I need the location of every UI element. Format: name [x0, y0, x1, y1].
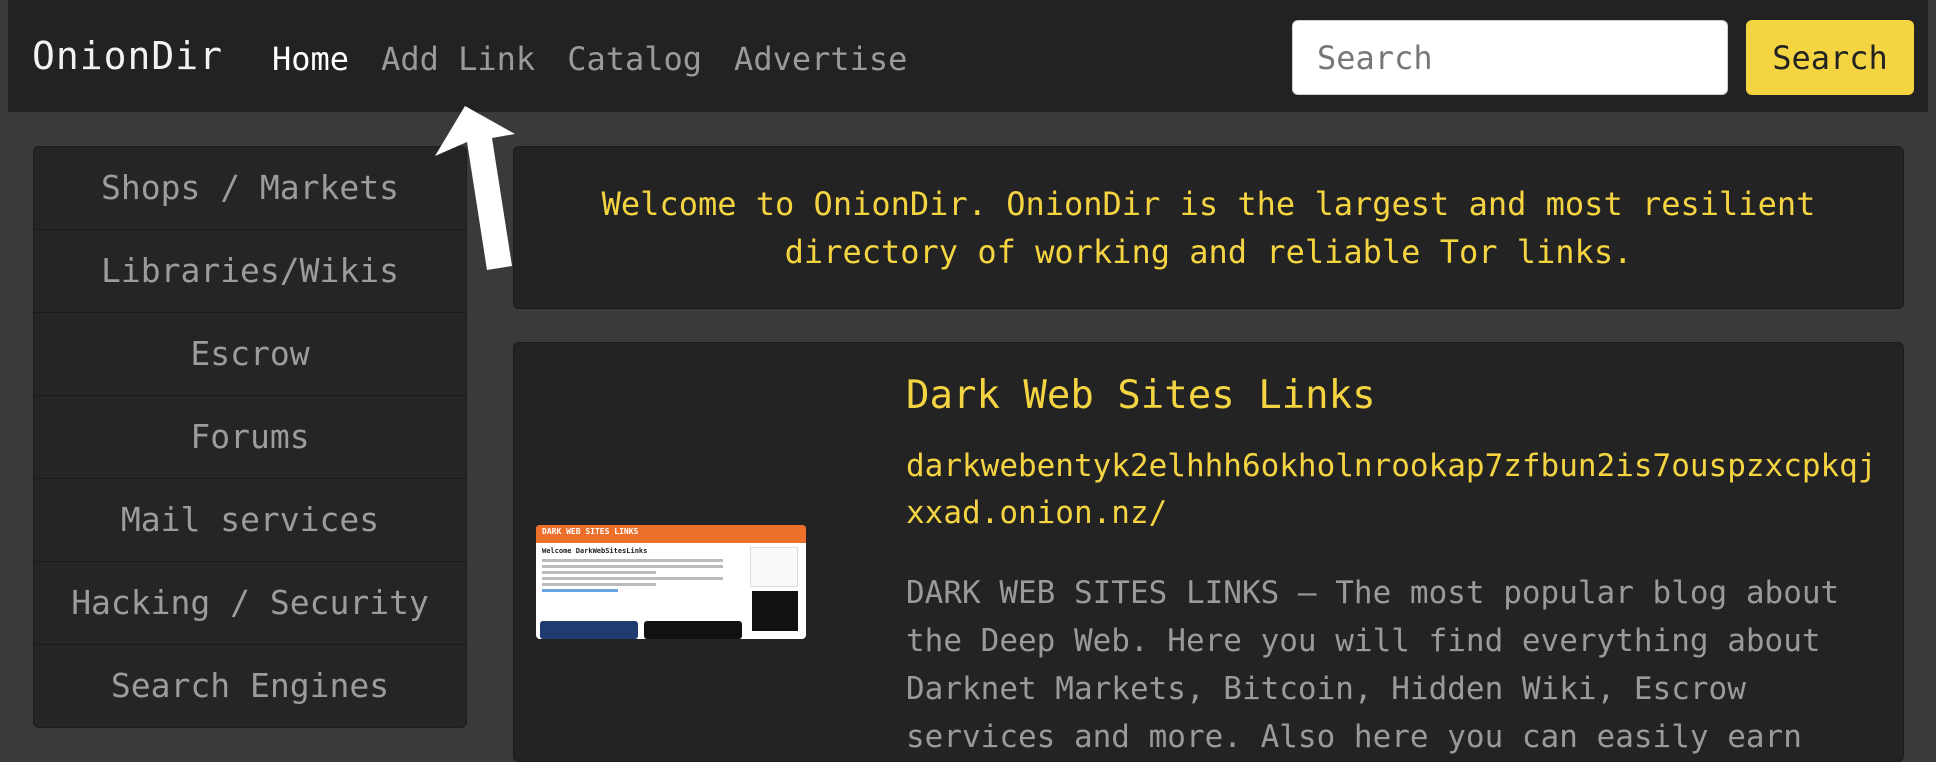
thumbnail-content: Welcome DarkWebSitesLinks: [542, 547, 732, 595]
arrow-up-icon: [435, 106, 515, 270]
nav-link-advertise[interactable]: Advertise: [734, 40, 907, 78]
listing-url[interactable]: darkwebentyk2elhhh6okholnrookap7zfbun2is…: [906, 443, 1886, 537]
thumbnail-ad-box: [750, 547, 798, 587]
welcome-text: Welcome to OnionDir. OnionDir is the lar…: [601, 184, 1816, 271]
nav-link-catalog[interactable]: Catalog: [567, 40, 702, 78]
welcome-banner: Welcome to OnionDir. OnionDir is the lar…: [513, 146, 1904, 309]
thumbnail-text-line: [542, 583, 656, 586]
thumbnail-text-line: [542, 559, 723, 562]
sidebar-item-hacking-security[interactable]: Hacking / Security: [34, 562, 466, 645]
sidebar-item-search-engines[interactable]: Search Engines: [34, 645, 466, 727]
listing-title[interactable]: Dark Web Sites Links: [906, 373, 1376, 418]
nav-link-home[interactable]: Home: [272, 40, 349, 78]
thumbnail-link-line: [542, 589, 618, 592]
sidebar-item-escrow[interactable]: Escrow: [34, 313, 466, 396]
thumbnail-logo: DARK WEB SITES LINKS: [542, 527, 639, 536]
search-input[interactable]: [1292, 20, 1728, 95]
listing-thumbnail[interactable]: DARK WEB SITES LINKS Welcome DarkWebSite…: [536, 525, 806, 639]
sidebar-item-mail-services[interactable]: Mail services: [34, 479, 466, 562]
search-button[interactable]: Search: [1746, 20, 1914, 95]
sidebar-item-forums[interactable]: Forums: [34, 396, 466, 479]
thumbnail-title: Welcome DarkWebSitesLinks: [542, 547, 648, 555]
nav-link-add-link[interactable]: Add Link: [381, 40, 535, 78]
listing-description: DARK WEB SITES LINKS – The most popular …: [906, 575, 1840, 755]
thumbnail-text-line: [542, 577, 723, 580]
brand-logo[interactable]: OnionDir: [32, 34, 223, 78]
thumbnail-text-line: [542, 565, 723, 568]
thumbnail-text-line: [542, 571, 656, 574]
nav-links: Home Add Link Catalog Advertise: [272, 40, 939, 78]
thumbnail-dark-ad: [752, 591, 798, 631]
thumbnail-tile: [644, 621, 742, 639]
sidebar-item-shops-markets[interactable]: Shops / Markets: [34, 147, 466, 230]
category-sidebar: Shops / Markets Libraries/Wikis Escrow F…: [33, 146, 467, 728]
sidebar-item-libraries-wikis[interactable]: Libraries/Wikis: [34, 230, 466, 313]
thumbnail-tile: [540, 621, 638, 639]
listing-card: DARK WEB SITES LINKS Welcome DarkWebSite…: [513, 342, 1904, 762]
navbar: OnionDir Home Add Link Catalog Advertise…: [8, 0, 1928, 112]
